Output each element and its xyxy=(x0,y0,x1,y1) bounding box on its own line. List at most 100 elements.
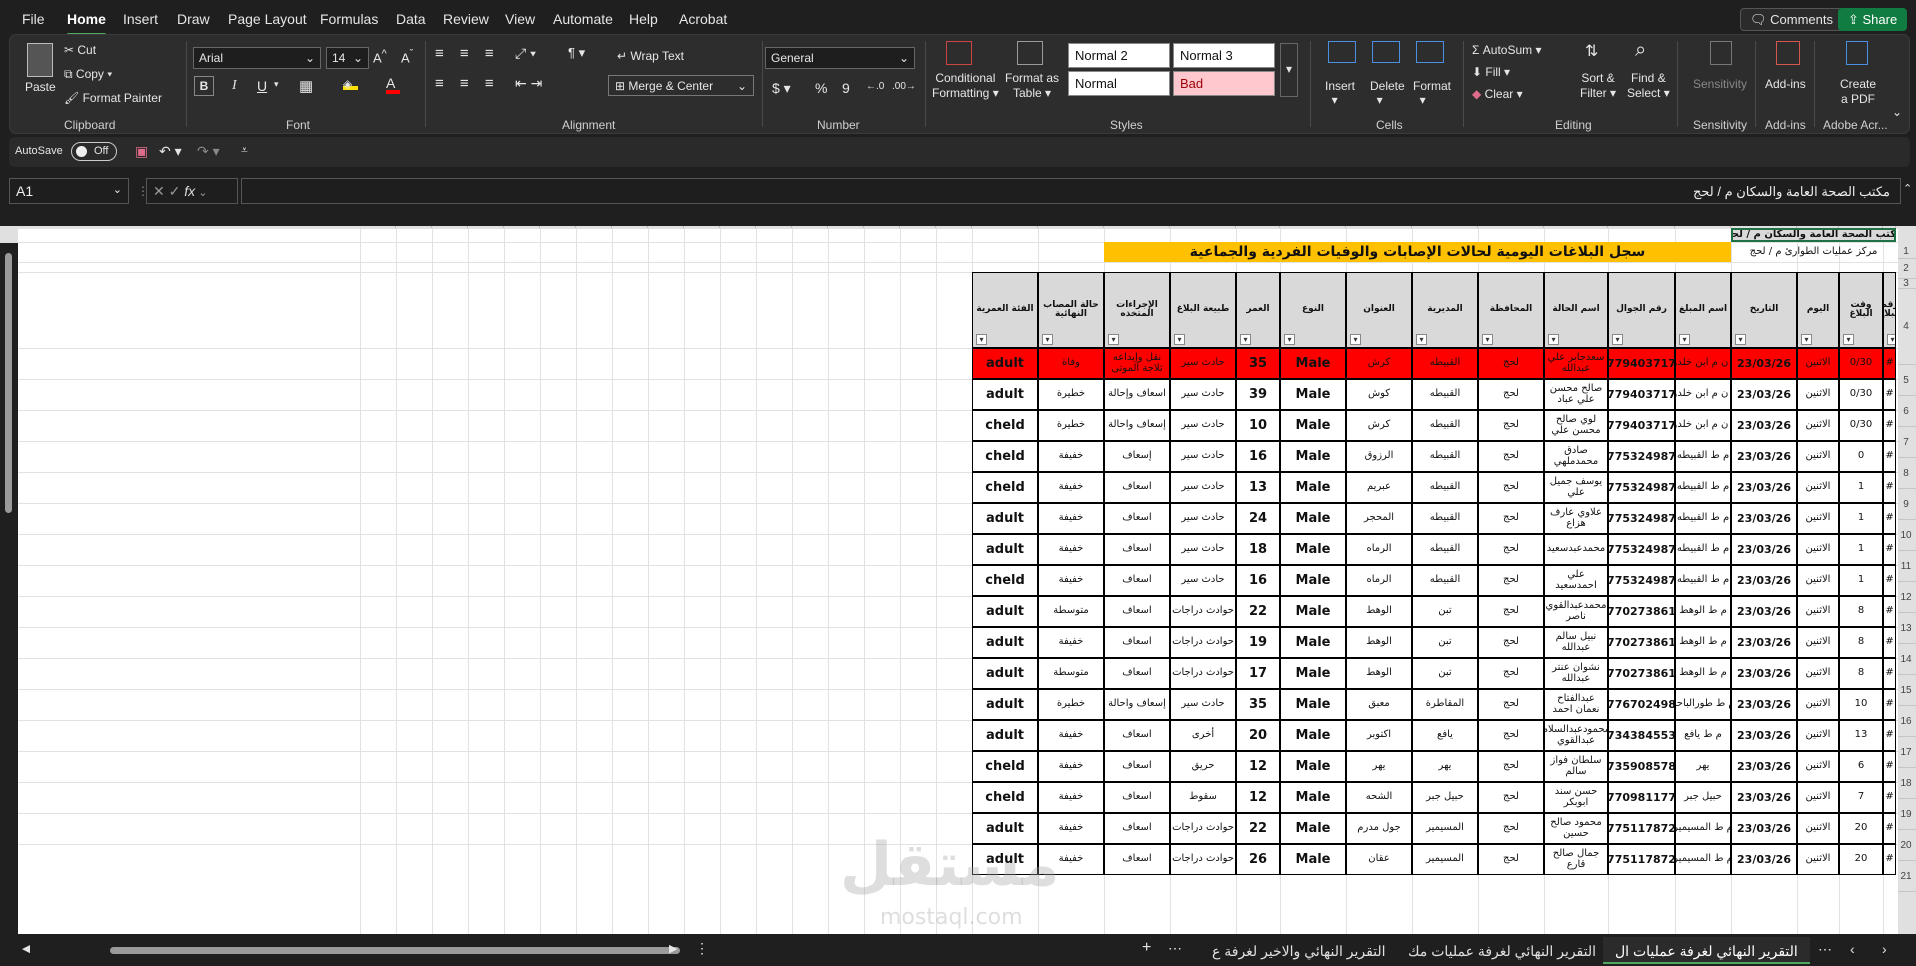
font-color-icon[interactable]: A xyxy=(386,76,400,94)
table-cell[interactable]: # xyxy=(1883,813,1896,844)
table-cell[interactable]: اسعاف xyxy=(1104,503,1170,534)
table-cell[interactable]: حوادث دراجات xyxy=(1170,813,1236,844)
menu-draw[interactable]: Draw xyxy=(177,11,210,27)
comma-button[interactable]: 9 xyxy=(842,80,850,96)
table-cell[interactable]: الاثنين xyxy=(1797,813,1839,844)
tab-split-handle-icon[interactable]: ⋮ xyxy=(695,940,709,957)
table-cell[interactable]: cheld xyxy=(972,565,1038,596)
font-name-select[interactable]: Arial ⌄ xyxy=(193,47,321,69)
table-cell[interactable]: 775324987 xyxy=(1608,503,1675,534)
table-cell[interactable]: adult xyxy=(972,720,1038,751)
table-cell[interactable]: 770981177 xyxy=(1608,782,1675,813)
table-cell[interactable]: م ط يافع xyxy=(1675,720,1731,751)
table-cell[interactable]: م ط القبيطه xyxy=(1675,472,1731,503)
table-header[interactable]: رقم الجوال ▾ xyxy=(1608,272,1675,348)
table-cell[interactable]: adult xyxy=(972,658,1038,689)
table-cell[interactable]: # xyxy=(1883,751,1896,782)
table-cell[interactable]: 20 xyxy=(1839,813,1883,844)
table-cell[interactable]: صالح محسن علي عباد xyxy=(1544,379,1608,410)
table-cell[interactable]: 23/03/26 xyxy=(1731,348,1797,379)
table-cell[interactable]: إسعاف واحالة xyxy=(1104,689,1170,720)
table-header[interactable]: المديرية ▾ xyxy=(1412,272,1478,348)
table-cell[interactable]: خفيفة xyxy=(1038,441,1104,472)
name-box[interactable]: A1 ⌄ xyxy=(9,178,129,204)
table-cell[interactable]: # xyxy=(1883,534,1896,565)
table-cell[interactable]: اسعاف xyxy=(1104,596,1170,627)
table-cell[interactable]: Male xyxy=(1280,813,1346,844)
currency-button[interactable]: $ ▾ xyxy=(772,80,791,97)
table-cell[interactable]: خفيفة xyxy=(1038,813,1104,844)
table-cell[interactable]: حوادث دراجات xyxy=(1170,596,1236,627)
table-cell[interactable]: يهر xyxy=(1412,751,1478,782)
table-cell[interactable]: م ط القبيطه xyxy=(1675,441,1731,472)
table-cell[interactable]: 0/30 xyxy=(1839,410,1883,441)
filter-dropdown-icon[interactable]: ▾ xyxy=(1482,334,1493,345)
format-cells-button[interactable]: Format ▾ xyxy=(1413,79,1451,107)
table-cell[interactable]: 23/03/26 xyxy=(1731,658,1797,689)
filter-dropdown-icon[interactable]: ▾ xyxy=(1240,334,1251,345)
table-cell[interactable]: لحج xyxy=(1478,627,1544,658)
table-cell[interactable]: 8 xyxy=(1839,627,1883,658)
table-cell[interactable]: لحج xyxy=(1478,472,1544,503)
table-cell[interactable]: م ط الوهط xyxy=(1675,627,1731,658)
table-cell[interactable]: لحج xyxy=(1478,751,1544,782)
cell-a2[interactable]: مركز عمليات الطوارئ م / لحج xyxy=(1731,242,1896,262)
italic-button[interactable]: I xyxy=(232,78,237,94)
table-cell[interactable]: م ط القبيطه xyxy=(1675,503,1731,534)
row-header[interactable]: 20 xyxy=(1896,830,1916,861)
row-header[interactable]: 1 xyxy=(1896,245,1916,259)
table-cell[interactable]: 23/03/26 xyxy=(1731,565,1797,596)
fill-button[interactable]: ⬇ Fill ▾ xyxy=(1472,65,1510,79)
table-cell[interactable]: Male xyxy=(1280,565,1346,596)
table-cell[interactable]: م ط الوهط xyxy=(1675,596,1731,627)
table-cell[interactable]: 16 xyxy=(1236,565,1280,596)
sensitivity-button[interactable]: Sensitivity xyxy=(1693,77,1747,91)
filter-dropdown-icon[interactable]: ▾ xyxy=(1416,334,1427,345)
tabs-more-icon[interactable]: ⋯ xyxy=(1818,941,1832,958)
table-cell[interactable]: 770273861 xyxy=(1608,658,1675,689)
table-cell[interactable]: لحج xyxy=(1478,379,1544,410)
table-cell[interactable]: الوهط xyxy=(1346,596,1412,627)
find-select-button[interactable]: Find & Select ▾ xyxy=(1627,71,1670,101)
table-cell[interactable]: خفيفة xyxy=(1038,534,1104,565)
menu-insert[interactable]: Insert xyxy=(123,11,158,27)
table-cell[interactable]: لحج xyxy=(1478,720,1544,751)
table-cell[interactable]: cheld xyxy=(972,472,1038,503)
filter-dropdown-icon[interactable]: ▾ xyxy=(1108,334,1119,345)
table-cell[interactable]: القبيطه xyxy=(1412,534,1478,565)
table-cell[interactable]: Male xyxy=(1280,503,1346,534)
table-cell[interactable]: 23/03/26 xyxy=(1731,410,1797,441)
table-cell[interactable]: 16 xyxy=(1236,441,1280,472)
table-cell[interactable]: يوسف جميل علي xyxy=(1544,472,1608,503)
table-cell[interactable]: Male xyxy=(1280,689,1346,720)
conditional-formatting-button[interactable]: Conditional Formatting ▾ xyxy=(932,71,999,101)
table-cell[interactable]: Male xyxy=(1280,658,1346,689)
vertical-scrollbar[interactable] xyxy=(0,243,17,935)
style-normal[interactable]: Normal xyxy=(1068,71,1170,96)
table-cell[interactable]: المسيمير xyxy=(1412,844,1478,875)
table-cell[interactable]: 779403717 xyxy=(1608,410,1675,441)
table-cell[interactable]: cheld xyxy=(972,441,1038,472)
table-cell[interactable]: اسعاف xyxy=(1104,782,1170,813)
table-cell[interactable]: إسعاف واحالة xyxy=(1104,410,1170,441)
tabs-more-icon[interactable]: ⋯ xyxy=(1168,940,1182,957)
table-cell[interactable]: Male xyxy=(1280,844,1346,875)
table-cell[interactable]: adult xyxy=(972,813,1038,844)
format-as-table-button[interactable]: Format as Table ▾ xyxy=(1005,71,1059,101)
row-header[interactable]: 21 xyxy=(1896,861,1916,892)
table-cell[interactable]: ط ن م ابن خلدون xyxy=(1675,410,1731,441)
table-cell[interactable]: Male xyxy=(1280,379,1346,410)
cell-a1[interactable]: مكتب الصحة العامة والسكان م / لحج xyxy=(1731,228,1896,242)
table-cell[interactable]: نقل وإيداعه ثلاجة الموتى xyxy=(1104,348,1170,379)
table-cell[interactable]: اسعاف xyxy=(1104,844,1170,875)
clear-button[interactable]: ◆ Clear ▾ xyxy=(1472,87,1523,101)
filter-dropdown-icon[interactable]: ▾ xyxy=(1679,334,1690,345)
table-cell[interactable]: محمدعبدالقوي ناصر xyxy=(1544,596,1608,627)
table-cell[interactable]: م ط الوهط xyxy=(1675,658,1731,689)
table-cell[interactable]: خطيرة xyxy=(1038,379,1104,410)
table-cell[interactable]: 18 xyxy=(1236,534,1280,565)
filter-dropdown-icon[interactable]: ▾ xyxy=(1612,334,1623,345)
table-cell[interactable]: adult xyxy=(972,503,1038,534)
table-cell[interactable]: # xyxy=(1883,379,1896,410)
table-cell[interactable]: 10 xyxy=(1839,689,1883,720)
